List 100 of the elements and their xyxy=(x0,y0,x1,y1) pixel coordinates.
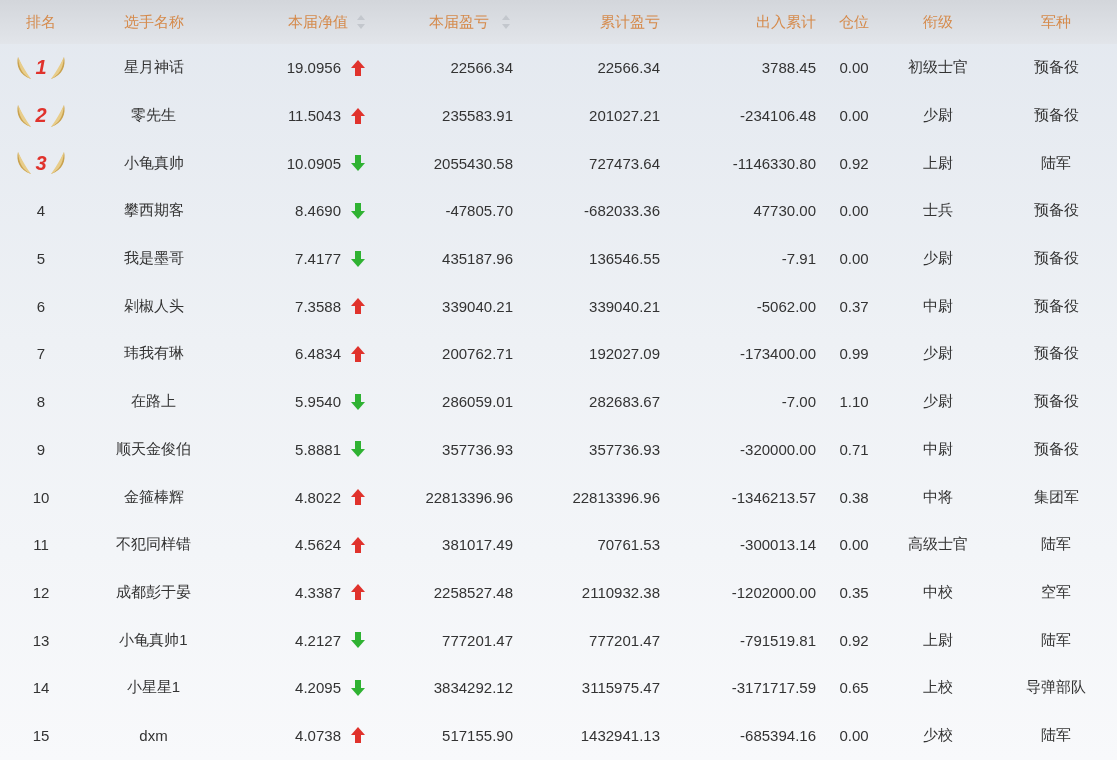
player-name: 我是墨哥 xyxy=(123,249,184,269)
position-ratio: 0.00 xyxy=(839,250,869,268)
player-name: dxm xyxy=(139,726,168,744)
column-header: 排名 xyxy=(26,12,56,32)
military-rank: 士兵 xyxy=(922,201,953,221)
net-value: 5.8881 xyxy=(295,440,341,458)
service-branch: 陆军 xyxy=(1041,535,1071,555)
column-header: 军种 xyxy=(1041,12,1071,32)
service-branch: 陆军 xyxy=(1041,725,1071,745)
player-name: 零先生 xyxy=(131,106,176,126)
military-rank: 初级士官 xyxy=(907,58,968,78)
period-profit: 435187.96 xyxy=(442,250,513,268)
position-ratio: 0.35 xyxy=(839,583,869,601)
period-profit: 777201.47 xyxy=(442,631,513,649)
position-ratio: 0.00 xyxy=(839,107,869,125)
total-profit: 70761.53 xyxy=(597,536,660,554)
laurel-medal-badge: 3 xyxy=(15,150,67,177)
position-ratio: 0.99 xyxy=(839,345,869,363)
rank-number: 11 xyxy=(33,536,49,554)
cash-flow-total: -7.91 xyxy=(781,250,816,268)
military-rank: 少校 xyxy=(922,725,953,745)
total-profit: 3115975.47 xyxy=(581,679,660,697)
cash-flow-total: -791519.81 xyxy=(740,631,816,649)
rank-number: 4 xyxy=(36,202,46,220)
total-profit: 2110932.38 xyxy=(581,583,660,601)
player-name: 不犯同样错 xyxy=(116,535,191,555)
net-value: 5.9540 xyxy=(295,393,341,411)
position-ratio: 0.92 xyxy=(839,631,869,649)
player-name: 小龟真帅 xyxy=(123,153,184,173)
military-rank: 高级士官 xyxy=(907,535,968,555)
military-rank: 少尉 xyxy=(922,344,953,364)
rank-number: 13 xyxy=(32,631,50,649)
column-header: 衔级 xyxy=(922,12,953,32)
sort-icon[interactable] xyxy=(501,14,511,30)
column-header: 选手名称 xyxy=(123,12,184,32)
military-rank: 中尉 xyxy=(922,296,953,316)
sort-icon[interactable] xyxy=(356,14,366,30)
player-name: 剁椒人头 xyxy=(123,296,184,316)
net-value: 4.0738 xyxy=(295,726,341,744)
rank-number: 14 xyxy=(32,679,50,697)
position-ratio: 0.92 xyxy=(839,154,869,172)
period-profit: 22813396.96 xyxy=(425,488,513,506)
column-header[interactable]: 本届盈亏 xyxy=(429,12,489,32)
player-name: 金箍棒辉 xyxy=(123,487,184,507)
net-value: 10.0905 xyxy=(286,154,341,172)
service-branch: 预备役 xyxy=(1033,106,1079,126)
service-branch: 集团军 xyxy=(1033,487,1079,507)
cash-flow-total: -3171717.59 xyxy=(731,679,816,697)
rank-number: 6 xyxy=(36,297,46,315)
position-ratio: 0.38 xyxy=(839,488,869,506)
column-header: 累计盈亏 xyxy=(600,12,660,32)
rank-number: 8 xyxy=(36,393,46,411)
military-rank: 上尉 xyxy=(922,153,953,173)
total-profit: 136546.55 xyxy=(589,250,660,268)
net-value: 4.5624 xyxy=(295,536,341,554)
position-ratio: 0.65 xyxy=(839,679,869,697)
service-branch: 预备役 xyxy=(1033,249,1079,269)
net-value: 4.2095 xyxy=(295,679,341,697)
cash-flow-total: -1346213.57 xyxy=(731,488,816,506)
rank-number: 10 xyxy=(32,488,50,506)
column-header: 出入累计 xyxy=(756,12,816,32)
cash-flow-total: -685394.16 xyxy=(740,726,816,744)
player-name: 顺天金俊伯 xyxy=(116,439,191,459)
player-name: 星月神话 xyxy=(123,58,184,78)
service-branch: 预备役 xyxy=(1033,392,1079,412)
cash-flow-total: 3788.45 xyxy=(761,59,816,77)
military-rank: 上校 xyxy=(922,678,953,698)
military-rank: 中将 xyxy=(922,487,953,507)
laurel-medal-badge: 1 xyxy=(15,54,67,81)
cash-flow-total: -1202000.00 xyxy=(731,583,816,601)
total-profit: 22566.34 xyxy=(597,59,660,77)
total-profit: 727473.64 xyxy=(589,154,660,172)
player-name: 小龟真帅1 xyxy=(119,630,188,650)
period-profit: 2055430.58 xyxy=(433,154,513,172)
net-value: 11.5043 xyxy=(287,107,341,125)
service-branch: 导弹部队 xyxy=(1026,678,1086,698)
total-profit: 201027.21 xyxy=(589,107,660,125)
cash-flow-total: -320000.00 xyxy=(740,440,816,458)
cash-flow-total: -5062.00 xyxy=(756,297,816,315)
position-ratio: 0.00 xyxy=(839,536,869,554)
position-ratio: 0.00 xyxy=(839,59,869,77)
period-profit: 22566.34 xyxy=(450,59,513,77)
player-name: 玮我有琳 xyxy=(123,344,184,364)
rank-number: 9 xyxy=(36,440,46,458)
net-value: 7.3588 xyxy=(295,297,341,315)
service-branch: 预备役 xyxy=(1033,344,1079,364)
service-branch: 空军 xyxy=(1041,582,1071,602)
net-value: 4.3387 xyxy=(295,583,341,601)
column-header[interactable]: 本届净值 xyxy=(288,12,348,32)
period-profit: -47805.70 xyxy=(445,202,513,220)
period-profit: 200762.71 xyxy=(442,345,513,363)
period-profit: 2258527.48 xyxy=(433,583,513,601)
net-value: 8.4690 xyxy=(295,202,341,220)
period-profit: 286059.01 xyxy=(442,393,513,411)
cash-flow-total: -173400.00 xyxy=(740,345,816,363)
total-profit: 339040.21 xyxy=(589,297,660,315)
position-ratio: 0.71 xyxy=(839,440,869,458)
position-ratio: 0.00 xyxy=(839,726,869,744)
rank-number: 5 xyxy=(36,250,46,268)
net-value: 19.0956 xyxy=(286,59,341,77)
